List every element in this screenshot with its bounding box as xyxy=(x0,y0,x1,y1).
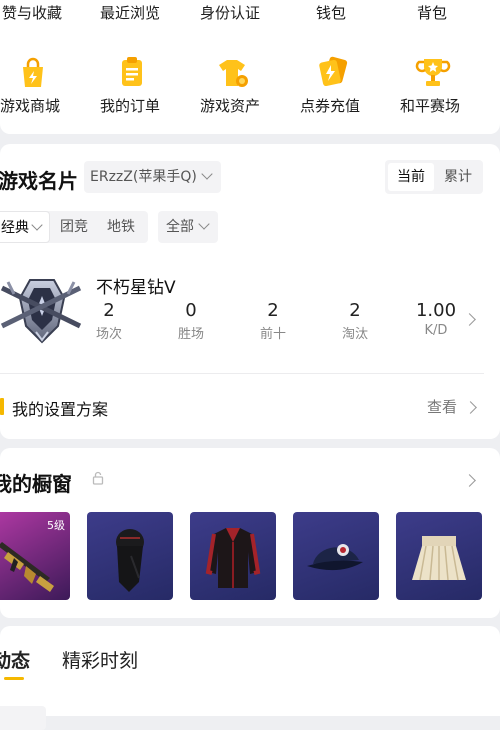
stat-matches-label: 场次 xyxy=(95,327,122,342)
stat-kd: 1.00 K/D xyxy=(406,300,466,338)
mode-metro[interactable]: 地铁 xyxy=(107,211,135,243)
lock-icon xyxy=(92,471,104,485)
stat-kd-label: K/D xyxy=(424,323,448,338)
showcase-item-mask[interactable] xyxy=(87,512,173,600)
lightning-card-icon xyxy=(319,56,348,87)
service-game-assets-label: 游戏资产 xyxy=(200,97,261,115)
divider xyxy=(0,373,484,374)
settings-title: 我的设置方案 xyxy=(12,400,109,419)
filter-selector[interactable]: 全部 xyxy=(158,211,218,243)
settings-view-link[interactable]: 查看 xyxy=(427,396,483,418)
identity-verification-link[interactable]: 身份认证 xyxy=(200,2,260,23)
stat-matches: 2 场次 xyxy=(79,300,139,342)
shopping-bag-icon xyxy=(23,57,43,87)
recent-browsing-link[interactable]: 最近浏览 xyxy=(100,2,160,23)
mode-team-deathmatch[interactable]: 团竞 xyxy=(60,211,88,243)
backpack-link[interactable]: 背包 xyxy=(417,2,447,23)
service-game-store-label: 游戏商城 xyxy=(0,97,61,115)
settings-view-label: 查看 xyxy=(427,398,458,416)
top-shortcut-row: 赞与收藏 最近浏览 身份认证 钱包 背包 xyxy=(0,0,500,30)
stat-kills-label: 淘汰 xyxy=(341,327,368,342)
stat-kd-value: 1.00 xyxy=(415,300,457,321)
service-peace-arena-label: 和平赛场 xyxy=(400,97,461,115)
khaki-skirt-icon xyxy=(412,536,466,581)
rank-name: 不朽星钻Ⅴ xyxy=(96,278,176,298)
chevron-down-icon xyxy=(201,168,213,180)
showcase-item-jacket[interactable] xyxy=(190,512,276,600)
stat-matches-value: 2 xyxy=(103,300,115,321)
shortcuts-card: 赞与收藏 最近浏览 身份认证 钱包 背包 游戏商城 我的订单 游戏资产 点券充值… xyxy=(0,0,500,134)
service-my-orders-label: 我的订单 xyxy=(100,97,161,115)
toggle-current[interactable]: 当前 xyxy=(388,163,434,191)
chevron-right-icon xyxy=(464,401,477,414)
mode-classic-label: 经典 xyxy=(1,220,29,236)
current-total-toggle: 当前 累计 xyxy=(385,160,483,194)
showcase-item-skirt[interactable] xyxy=(396,512,482,600)
active-tab-indicator xyxy=(4,677,24,680)
rank-emblem-icon xyxy=(0,279,82,344)
stat-top10: 2 前十 xyxy=(243,300,303,342)
stat-top10-value: 2 xyxy=(267,300,279,321)
wallet-link[interactable]: 钱包 xyxy=(316,2,346,23)
likes-favorites-link[interactable]: 赞与收藏 xyxy=(2,2,62,23)
showcase-title: 我的橱窗 xyxy=(0,472,72,496)
trophy-icon xyxy=(415,59,451,86)
tab-highlights[interactable]: 精彩时刻 xyxy=(62,646,138,673)
filter-value: 全部 xyxy=(166,219,194,235)
tshirt-coin-icon xyxy=(219,60,248,87)
service-topup-label: 点券充值 xyxy=(300,97,361,115)
stat-wins-value: 0 xyxy=(185,300,197,321)
chevron-down-icon xyxy=(198,218,210,230)
black-scarf-mask-icon xyxy=(116,529,144,592)
mode-tabs: 经典 团竞 地铁 xyxy=(0,211,148,243)
settings-accent-bar xyxy=(0,398,4,415)
account-name: ERzzZ(苹果手Q) xyxy=(90,169,197,185)
toggle-total[interactable]: 累计 xyxy=(435,163,481,191)
account-selector[interactable]: ERzzZ(苹果手Q) xyxy=(84,161,221,193)
stat-wins: 0 胜场 xyxy=(161,300,221,342)
subtab-pill[interactable] xyxy=(0,706,46,730)
stat-kills: 2 淘汰 xyxy=(325,300,385,342)
mode-classic[interactable]: 经典 xyxy=(0,211,50,243)
showcase-item-rifle[interactable]: 5级 xyxy=(0,512,70,600)
showcase-item-cap[interactable] xyxy=(293,512,379,600)
stat-kills-value: 2 xyxy=(349,300,361,321)
red-black-jacket-icon xyxy=(205,528,261,588)
game-card-title: 游戏名片 xyxy=(0,169,78,193)
tab-activity[interactable]: 动态 xyxy=(0,646,30,673)
chevron-down-icon xyxy=(31,219,43,231)
stat-wins-label: 胜场 xyxy=(177,327,204,342)
assault-rifle-icon xyxy=(0,542,54,592)
navy-cap-icon xyxy=(307,544,363,571)
clipboard-icon xyxy=(122,57,142,86)
stat-top10-label: 前十 xyxy=(259,327,286,342)
